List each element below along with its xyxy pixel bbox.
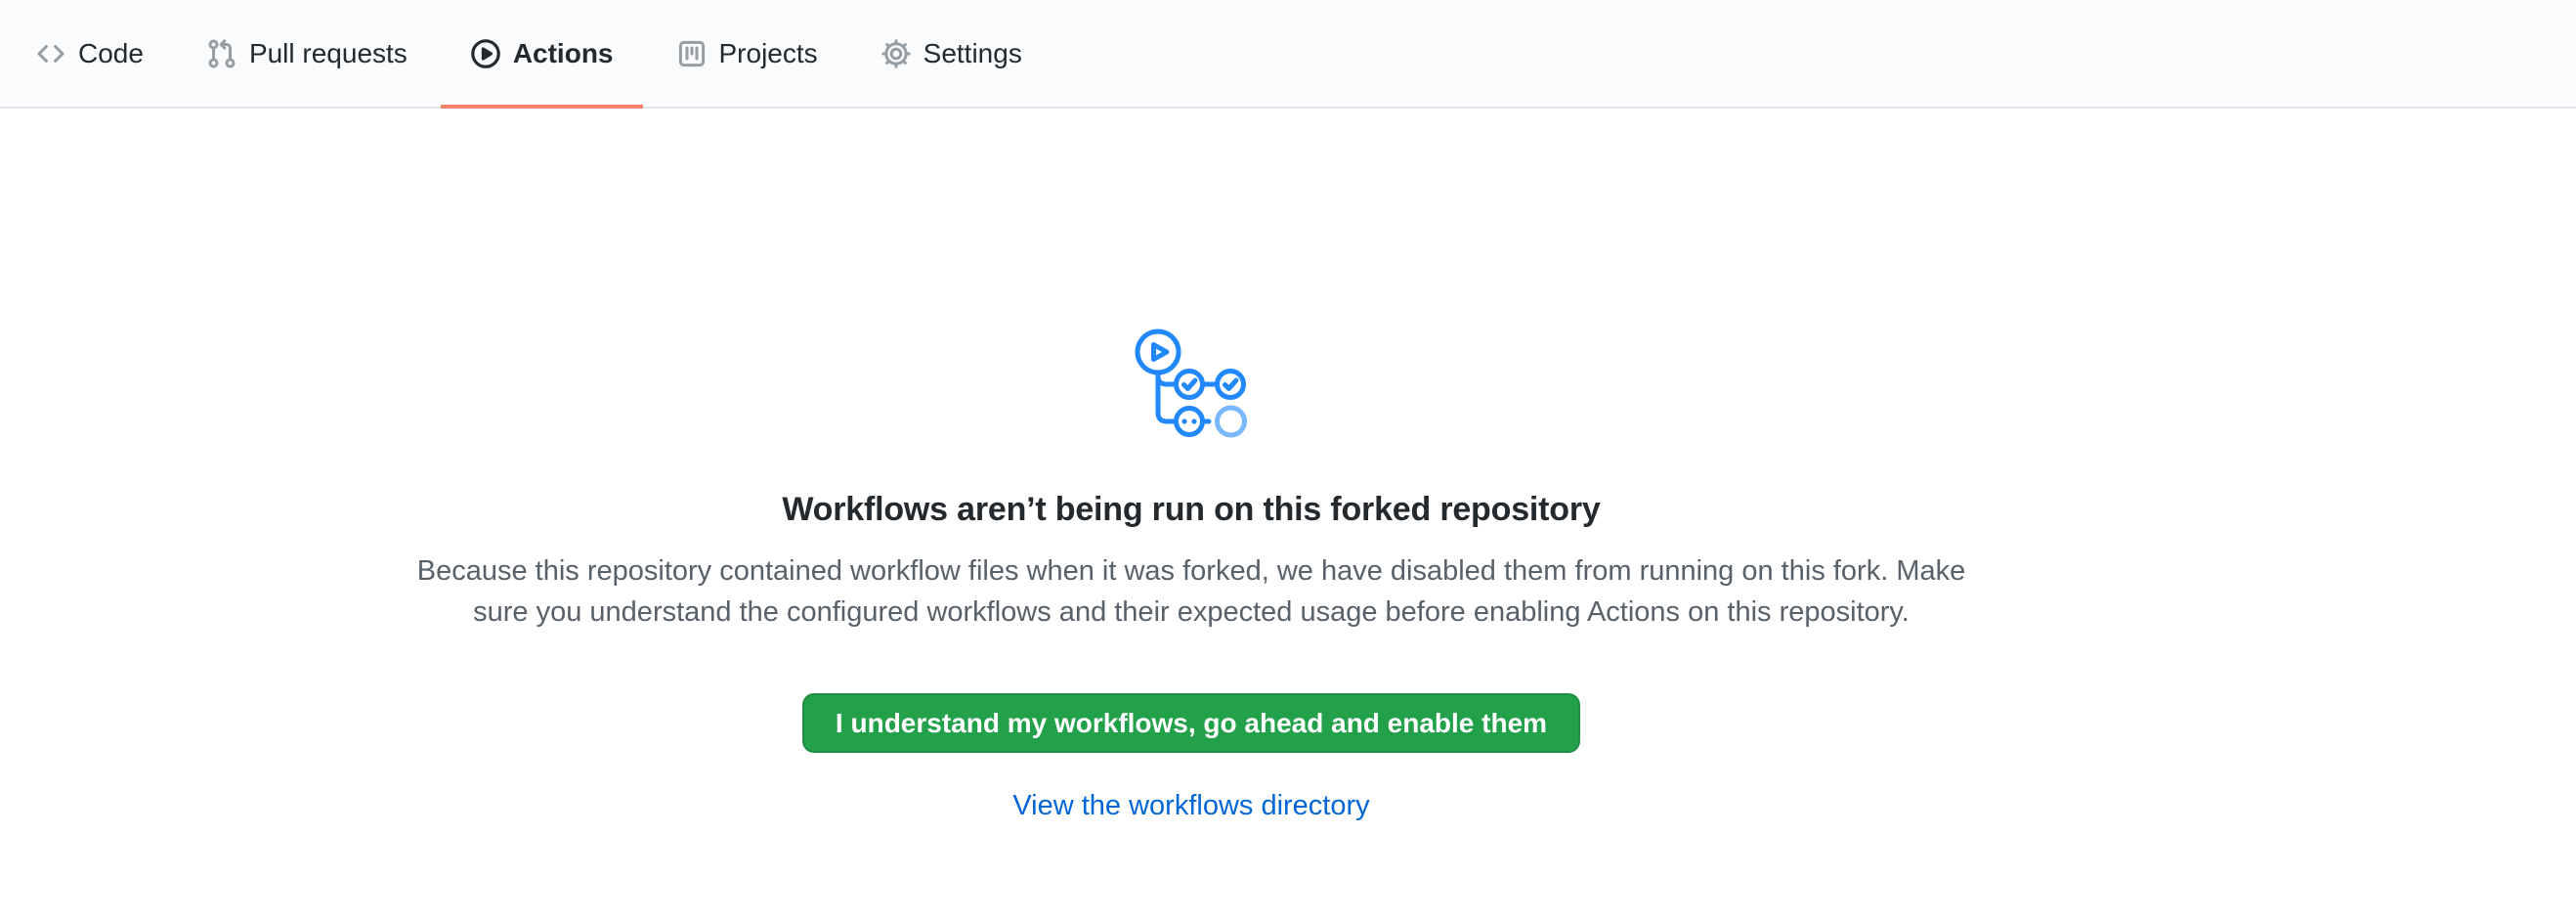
gear-icon (880, 38, 912, 69)
tab-projects[interactable]: Projects (661, 0, 834, 107)
actions-blankslate: Workflows aren’t being run on this forke… (0, 109, 2383, 822)
tab-actions[interactable]: Actions (454, 0, 629, 107)
tab-label: Pull requests (249, 40, 408, 67)
tab-label: Code (78, 40, 144, 67)
enable-workflows-button[interactable]: I understand my workflows, go ahead and … (802, 693, 1580, 753)
view-workflows-directory-link[interactable]: View the workflows directory (1012, 790, 1369, 822)
workflow-graph-icon (1135, 329, 1249, 439)
tab-code[interactable]: Code (20, 0, 159, 107)
tab-label: Projects (719, 40, 818, 67)
tab-pull-requests[interactable]: Pull requests (191, 0, 423, 107)
repo-tab-nav: Code Pull requests Actions (0, 0, 2576, 109)
code-icon (35, 38, 66, 69)
tab-label: Settings (923, 40, 1022, 67)
project-board-icon (676, 38, 708, 69)
play-circle-icon (470, 38, 501, 69)
page-title: Workflows aren’t being run on this forke… (782, 491, 1600, 529)
tab-label: Actions (513, 40, 614, 67)
git-pull-request-icon (206, 38, 237, 69)
tab-settings[interactable]: Settings (865, 0, 1038, 107)
blankslate-description: Because this repository contained workfl… (390, 550, 1993, 633)
